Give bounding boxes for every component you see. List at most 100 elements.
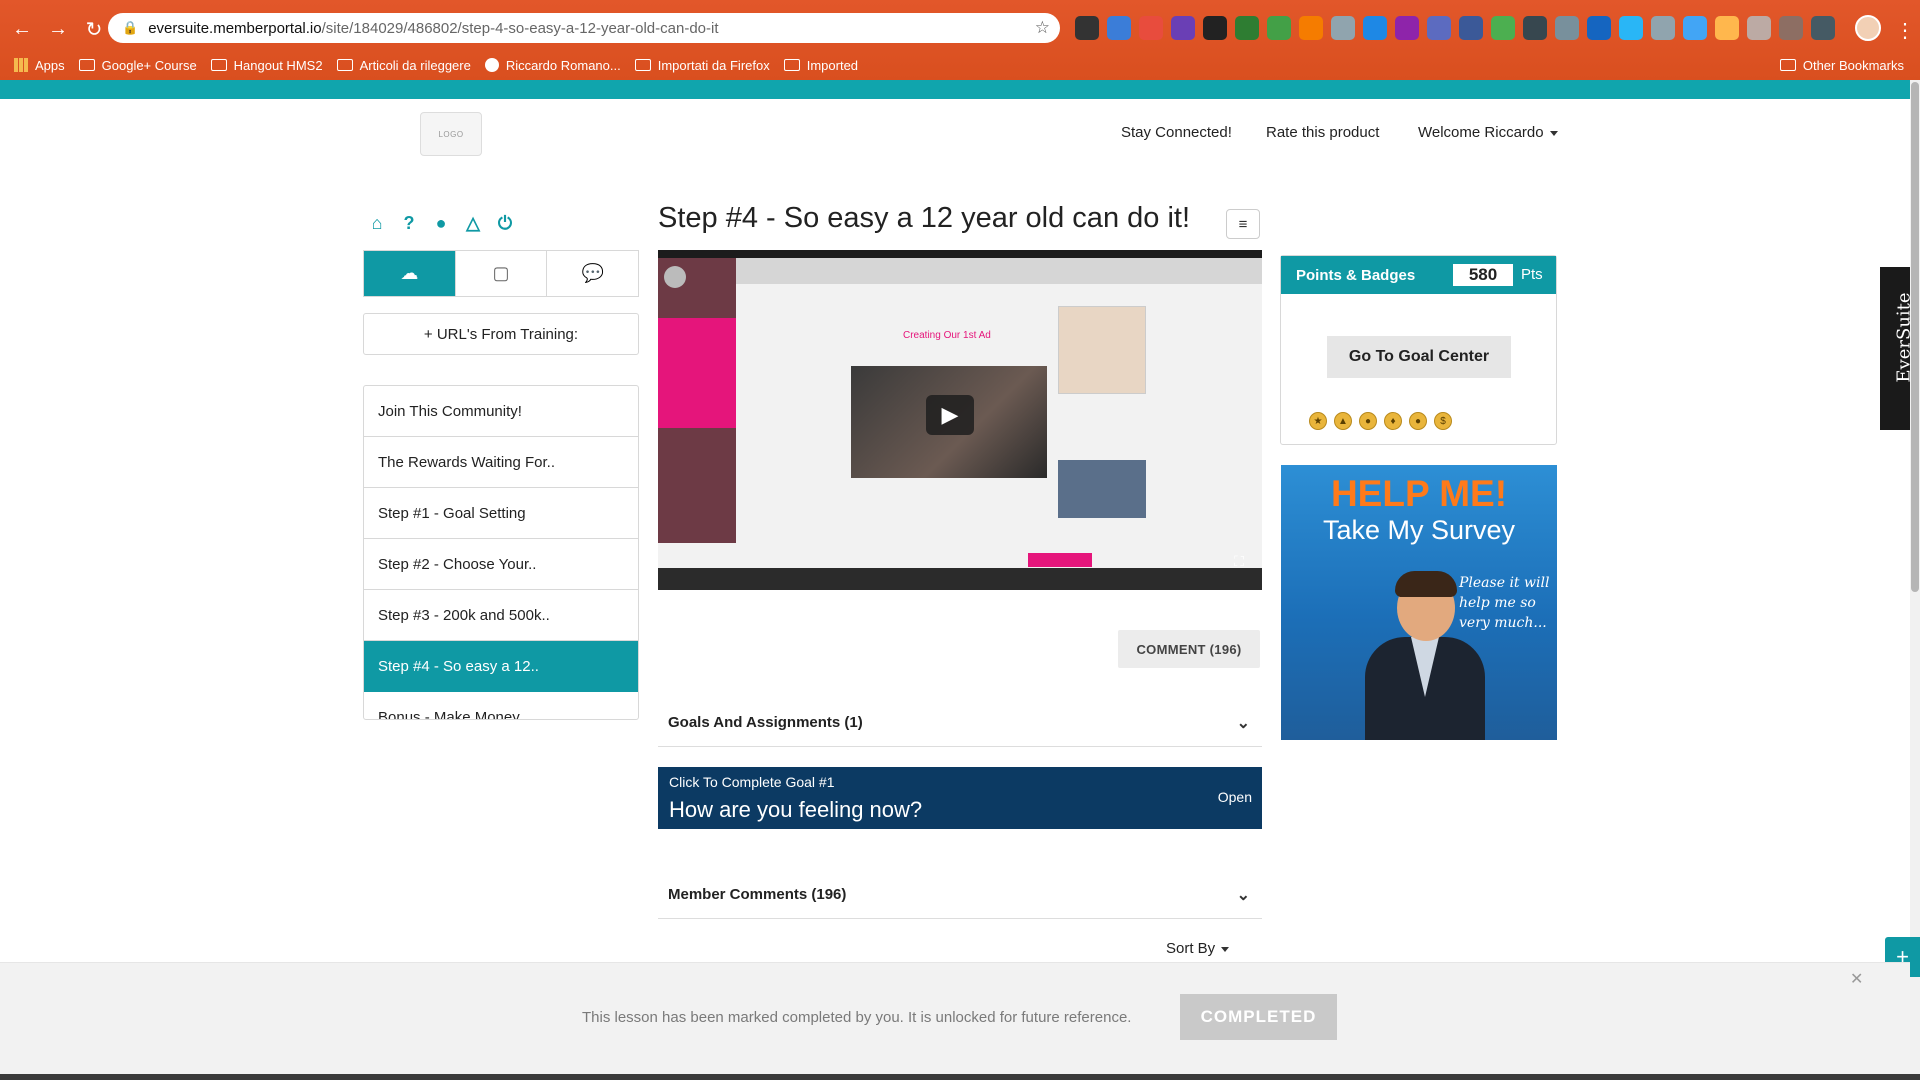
dollar-badge-icon[interactable]: $ [1434,412,1452,430]
lesson-list: Join This Community! The Rewards Waiting… [363,385,639,720]
extension-icon[interactable] [1427,16,1451,40]
extension-icon[interactable] [1811,16,1835,40]
close-icon[interactable]: ✕ [1850,969,1863,989]
lesson-item-active[interactable]: Step #4 - So easy a 12.. [364,641,638,692]
goals-accordion[interactable]: Goals And Assignments (1) ⌄ [658,699,1262,747]
folder-icon [1779,59,1796,71]
video-frame-menu [658,318,736,428]
tab-downloads[interactable]: ☁ [364,251,456,296]
bookmark-link[interactable]: Riccardo Romano... [484,58,621,73]
extension-icon[interactable] [1203,16,1227,40]
bookmark-folder[interactable]: Articoli da rileggere [336,58,471,73]
browser-toolbar: ← → ↻ 🔒 eversuite.memberportal.io/site/1… [0,10,1920,48]
extension-icon[interactable] [1235,16,1259,40]
chat-icon: 💬 [581,263,604,283]
menu-toggle-button[interactable]: ≡ [1226,209,1260,239]
profile-avatar[interactable] [1855,15,1881,41]
extension-icon[interactable] [1299,16,1323,40]
nav-welcome-user[interactable]: Welcome Riccardo [1418,124,1558,141]
extension-icon[interactable] [1555,16,1579,40]
completed-button[interactable]: COMPLETED [1180,994,1337,1040]
bookmark-folder[interactable]: Hangout HMS2 [210,58,323,73]
extension-icon[interactable] [1491,16,1515,40]
nav-stay-connected[interactable]: Stay Connected! [1121,124,1232,141]
tab-notes[interactable]: ▢ [456,251,548,296]
extension-icon[interactable] [1267,16,1291,40]
notes-icon: ▢ [492,263,510,283]
goal-item[interactable]: Click To Complete Goal #1 How are you fe… [658,767,1262,829]
back-icon[interactable]: ← [8,15,36,43]
extension-icon[interactable] [1651,16,1675,40]
folder-icon [336,59,353,71]
home-icon[interactable]: ⌂ [366,212,388,234]
extension-icon[interactable] [1523,16,1547,40]
extension-icon[interactable] [1619,16,1643,40]
chevron-down-icon: ⌄ [1236,715,1250,732]
comments-accordion[interactable]: Member Comments (196) ⌄ [658,871,1262,919]
bookmark-folder[interactable]: Importati da Firefox [634,58,770,73]
caret-down-icon [1221,946,1230,952]
video-taskbar [658,568,1262,590]
forward-icon[interactable]: → [44,15,72,43]
lock-icon: 🔒 [122,20,139,35]
comment-button[interactable]: COMMENT (196) [1118,630,1260,668]
lesson-item[interactable]: Step #1 - Goal Setting [364,488,638,539]
browser-menu-icon[interactable]: ⋮ [1895,18,1915,43]
scrollbar-thumb[interactable] [1911,82,1919,592]
extension-icon[interactable] [1747,16,1771,40]
bookmark-apps[interactable]: Apps [14,58,65,73]
power-icon[interactable]: ⏻ [494,212,516,234]
extension-icon[interactable] [1331,16,1355,40]
play-icon[interactable]: ▶ [926,395,974,435]
lesson-item[interactable]: Step #2 - Choose Your.. [364,539,638,590]
quick-icons: ⌂ ? ● △ ⏻ [366,212,516,234]
lesson-item[interactable]: Step #3 - 200k and 500k.. [364,590,638,641]
extension-icon[interactable] [1363,16,1387,40]
badge-icon[interactable]: ★ [1309,412,1327,430]
extension-icon[interactable] [1395,16,1419,40]
survey-banner[interactable]: HELP ME! Take My Survey Please it will h… [1281,465,1557,740]
address-bar[interactable]: 🔒 eversuite.memberportal.io/site/184029/… [108,13,1060,43]
goal-center-button[interactable]: Go To Goal Center [1327,336,1511,378]
fullscreen-icon[interactable]: ⛶ [1230,552,1248,570]
bookmark-folder[interactable]: Imported [783,58,858,73]
reload-icon[interactable]: ↻ [80,15,108,43]
presenter-hair [1395,571,1457,597]
site-top-band [0,80,1920,99]
video-frame-sidebar [658,258,736,543]
goal-label: Click To Complete Goal #1 [669,774,835,790]
nav-rate-product[interactable]: Rate this product [1266,124,1379,141]
points-header: Points & Badges 580 Pts [1281,256,1556,294]
trophy-badge-icon[interactable]: ▲ [1334,412,1352,430]
tab-chat[interactable]: 💬 [547,251,638,296]
video-frame-topbar [658,258,1262,284]
extension-icon[interactable] [1139,16,1163,40]
help-icon[interactable]: ? [398,212,420,234]
extension-icon[interactable] [1715,16,1739,40]
lesson-item[interactable]: The Rewards Waiting For.. [364,437,638,488]
extension-icon[interactable] [1107,16,1131,40]
facebook-icon[interactable] [1459,16,1483,40]
url-path: /site/184029/486802/step-4-so-easy-a-12-… [321,19,719,37]
bookmark-star-icon[interactable]: ☆ [1035,18,1050,38]
community-icon[interactable]: ● [430,212,452,234]
extension-icon[interactable] [1075,16,1099,40]
extension-icon[interactable] [1171,16,1195,40]
badge-icon[interactable]: ♦ [1384,412,1402,430]
site-logo[interactable]: LOGO [420,112,482,156]
sidebar-tabs: ☁ ▢ 💬 [363,250,639,297]
extension-icon[interactable] [1587,16,1611,40]
extension-icon[interactable] [1683,16,1707,40]
bookmark-folder[interactable]: Google+ Course [78,58,197,73]
completion-bar: This lesson has been marked completed by… [0,962,1910,1074]
badge-icon[interactable]: ● [1359,412,1377,430]
trophy-icon[interactable]: △ [462,212,484,234]
video-player[interactable]: Creating Our 1st Ad ▶ ⛶ [658,250,1262,590]
lesson-item[interactable]: Bonus - Make Money... [364,692,638,720]
other-bookmarks[interactable]: Other Bookmarks [1779,50,1904,80]
extension-icon[interactable] [1779,16,1803,40]
lesson-item[interactable]: Join This Community! [364,386,638,437]
badge-icon[interactable]: ● [1409,412,1427,430]
sort-by-dropdown[interactable]: Sort By [1166,940,1230,957]
url-training-button[interactable]: + URL's From Training: [363,313,639,355]
